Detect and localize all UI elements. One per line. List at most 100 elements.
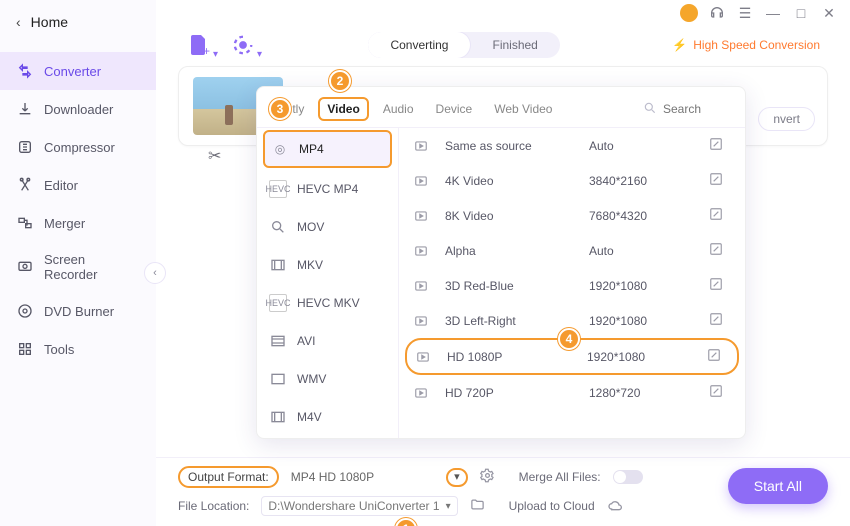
editor-icon — [16, 176, 34, 194]
sidebar-item-label: DVD Burner — [44, 304, 114, 319]
format-mkv[interactable]: MKV — [257, 246, 398, 284]
resolution-label: Same as source — [445, 139, 579, 153]
edit-preset-icon[interactable] — [709, 207, 731, 224]
add-file-button[interactable]: +▾ — [186, 32, 212, 58]
resolution-label: 8K Video — [445, 209, 579, 223]
svg-text:+: + — [203, 44, 210, 57]
sidebar-item-screen-recorder[interactable]: Screen Recorder — [0, 242, 156, 292]
format-mov[interactable]: MOV — [257, 208, 398, 246]
resolution-label: 4K Video — [445, 174, 579, 188]
sidebar-item-compressor[interactable]: Compressor — [0, 128, 156, 166]
sidebar-item-downloader[interactable]: Downloader — [0, 90, 156, 128]
resolution-value: 1920*1080 — [587, 350, 697, 364]
format-wmv[interactable]: WMV — [257, 360, 398, 398]
window-close-icon[interactable]: ✕ — [820, 4, 838, 22]
downloader-icon — [16, 100, 34, 118]
play-icon — [413, 313, 429, 329]
output-format-label: Output Format: — [178, 466, 279, 488]
merge-all-toggle[interactable] — [613, 470, 643, 484]
add-from-source-button[interactable]: ▾ — [230, 32, 256, 58]
target-icon: ◎ — [271, 140, 289, 158]
sidebar-item-label: Compressor — [44, 140, 115, 155]
film-icon — [269, 370, 287, 388]
window-maximize-icon[interactable]: □ — [792, 4, 810, 22]
back-icon[interactable]: ‹ — [16, 14, 21, 30]
tab-web-video[interactable]: Web Video — [486, 98, 560, 120]
resolution-label: HD 1080P — [447, 350, 577, 364]
resolution-value: Auto — [589, 244, 699, 258]
sidebar-item-label: Converter — [44, 64, 101, 79]
tab-converting[interactable]: Converting — [368, 32, 470, 58]
resolution-row[interactable]: 8K Video 7680*4320 — [399, 198, 745, 233]
output-format-dropdown[interactable]: ▾ — [446, 468, 468, 487]
status-segment: Converting Finished — [368, 32, 559, 58]
edit-preset-icon[interactable] — [709, 384, 731, 401]
support-icon[interactable] — [708, 4, 726, 22]
file-location-dropdown[interactable]: D:\Wondershare UniConverter 1 ▾ — [261, 496, 457, 516]
hamburger-icon[interactable]: ☰ — [736, 4, 754, 22]
open-folder-icon[interactable] — [470, 497, 485, 515]
format-hevc-mp4[interactable]: HEVCHEVC MP4 — [257, 170, 398, 208]
sidebar-item-dvd-burner[interactable]: DVD Burner — [0, 292, 156, 330]
resolution-row[interactable]: HD 720P1280*720 — [399, 375, 745, 410]
resolution-row[interactable]: 3D Red-Blue 1920*1080 — [399, 268, 745, 303]
edit-preset-icon[interactable] — [709, 277, 731, 294]
tab-audio[interactable]: Audio — [375, 98, 422, 120]
convert-button[interactable]: nvert — [758, 107, 815, 131]
high-speed-conversion-link[interactable]: ⚡ High Speed Conversion — [672, 38, 820, 52]
edit-preset-icon[interactable] — [709, 137, 731, 154]
hevc-icon: HEVC — [269, 294, 287, 312]
sidebar-item-label: Screen Recorder — [44, 252, 142, 282]
resolution-value: 1920*1080 — [589, 314, 699, 328]
home-title[interactable]: Home — [31, 14, 68, 30]
resolution-row[interactable]: Same as source Auto — [399, 128, 745, 163]
high-speed-label: High Speed Conversion — [693, 38, 820, 52]
sidebar-item-editor[interactable]: Editor — [0, 166, 156, 204]
tab-video[interactable]: Video — [318, 97, 368, 121]
window-minimize-icon[interactable]: — — [764, 4, 782, 22]
resolution-value: Auto — [589, 139, 699, 153]
file-location-value: D:\Wondershare UniConverter 1 — [268, 499, 439, 513]
sidebar-item-tools[interactable]: Tools — [0, 330, 156, 368]
format-picker: ently Video Audio Device Web Video ◎MP4 … — [256, 86, 746, 439]
sidebar-item-merger[interactable]: Merger — [0, 204, 156, 242]
resolution-value: 1920*1080 — [589, 279, 699, 293]
tab-finished[interactable]: Finished — [470, 32, 559, 58]
resolution-label: 3D Red-Blue — [445, 279, 579, 293]
sidebar-item-converter[interactable]: Converter — [0, 52, 156, 90]
format-hevc-mkv[interactable]: HEVCHEVC MKV — [257, 284, 398, 322]
edit-preset-icon[interactable] — [709, 172, 731, 189]
search-input[interactable] — [663, 102, 733, 116]
compressor-icon — [16, 138, 34, 156]
output-settings-icon[interactable] — [480, 468, 495, 486]
film-icon — [269, 408, 287, 426]
magnify-icon — [269, 218, 287, 236]
resolution-row[interactable]: Alpha Auto — [399, 233, 745, 268]
merge-all-label: Merge All Files: — [519, 470, 601, 484]
dvd-burner-icon — [16, 302, 34, 320]
play-icon — [413, 208, 429, 224]
annotation-marker-3: 3 — [269, 98, 291, 120]
sidebar-item-label: Tools — [44, 342, 74, 357]
start-all-button[interactable]: Start All — [728, 468, 828, 504]
format-avi[interactable]: AVI — [257, 322, 398, 360]
format-m4v[interactable]: M4V — [257, 398, 398, 436]
converter-icon — [16, 62, 34, 80]
format-list: ◎MP4 HEVCHEVC MP4 MOV MKV HEVCHEVC MKV A… — [257, 128, 399, 438]
tab-device[interactable]: Device — [428, 98, 481, 120]
resolution-row[interactable]: 4K Video3840*2160 — [399, 163, 745, 198]
edit-preset-icon[interactable] — [709, 242, 731, 259]
resolution-value: 1280*720 — [589, 386, 699, 400]
trim-icon[interactable]: ✂ — [208, 146, 221, 166]
play-icon — [413, 173, 429, 189]
cloud-icon[interactable] — [607, 497, 623, 516]
lightning-icon: ⚡ — [672, 38, 687, 52]
sidebar-collapse-button[interactable]: ‹ — [144, 262, 166, 284]
format-mp4[interactable]: ◎MP4 — [263, 130, 392, 168]
edit-preset-icon[interactable] — [707, 348, 729, 365]
edit-preset-icon[interactable] — [709, 312, 731, 329]
tools-icon — [16, 340, 34, 358]
resolution-label: Alpha — [445, 244, 579, 258]
resolution-value: 7680*4320 — [589, 209, 699, 223]
user-avatar-icon[interactable] — [680, 4, 698, 22]
